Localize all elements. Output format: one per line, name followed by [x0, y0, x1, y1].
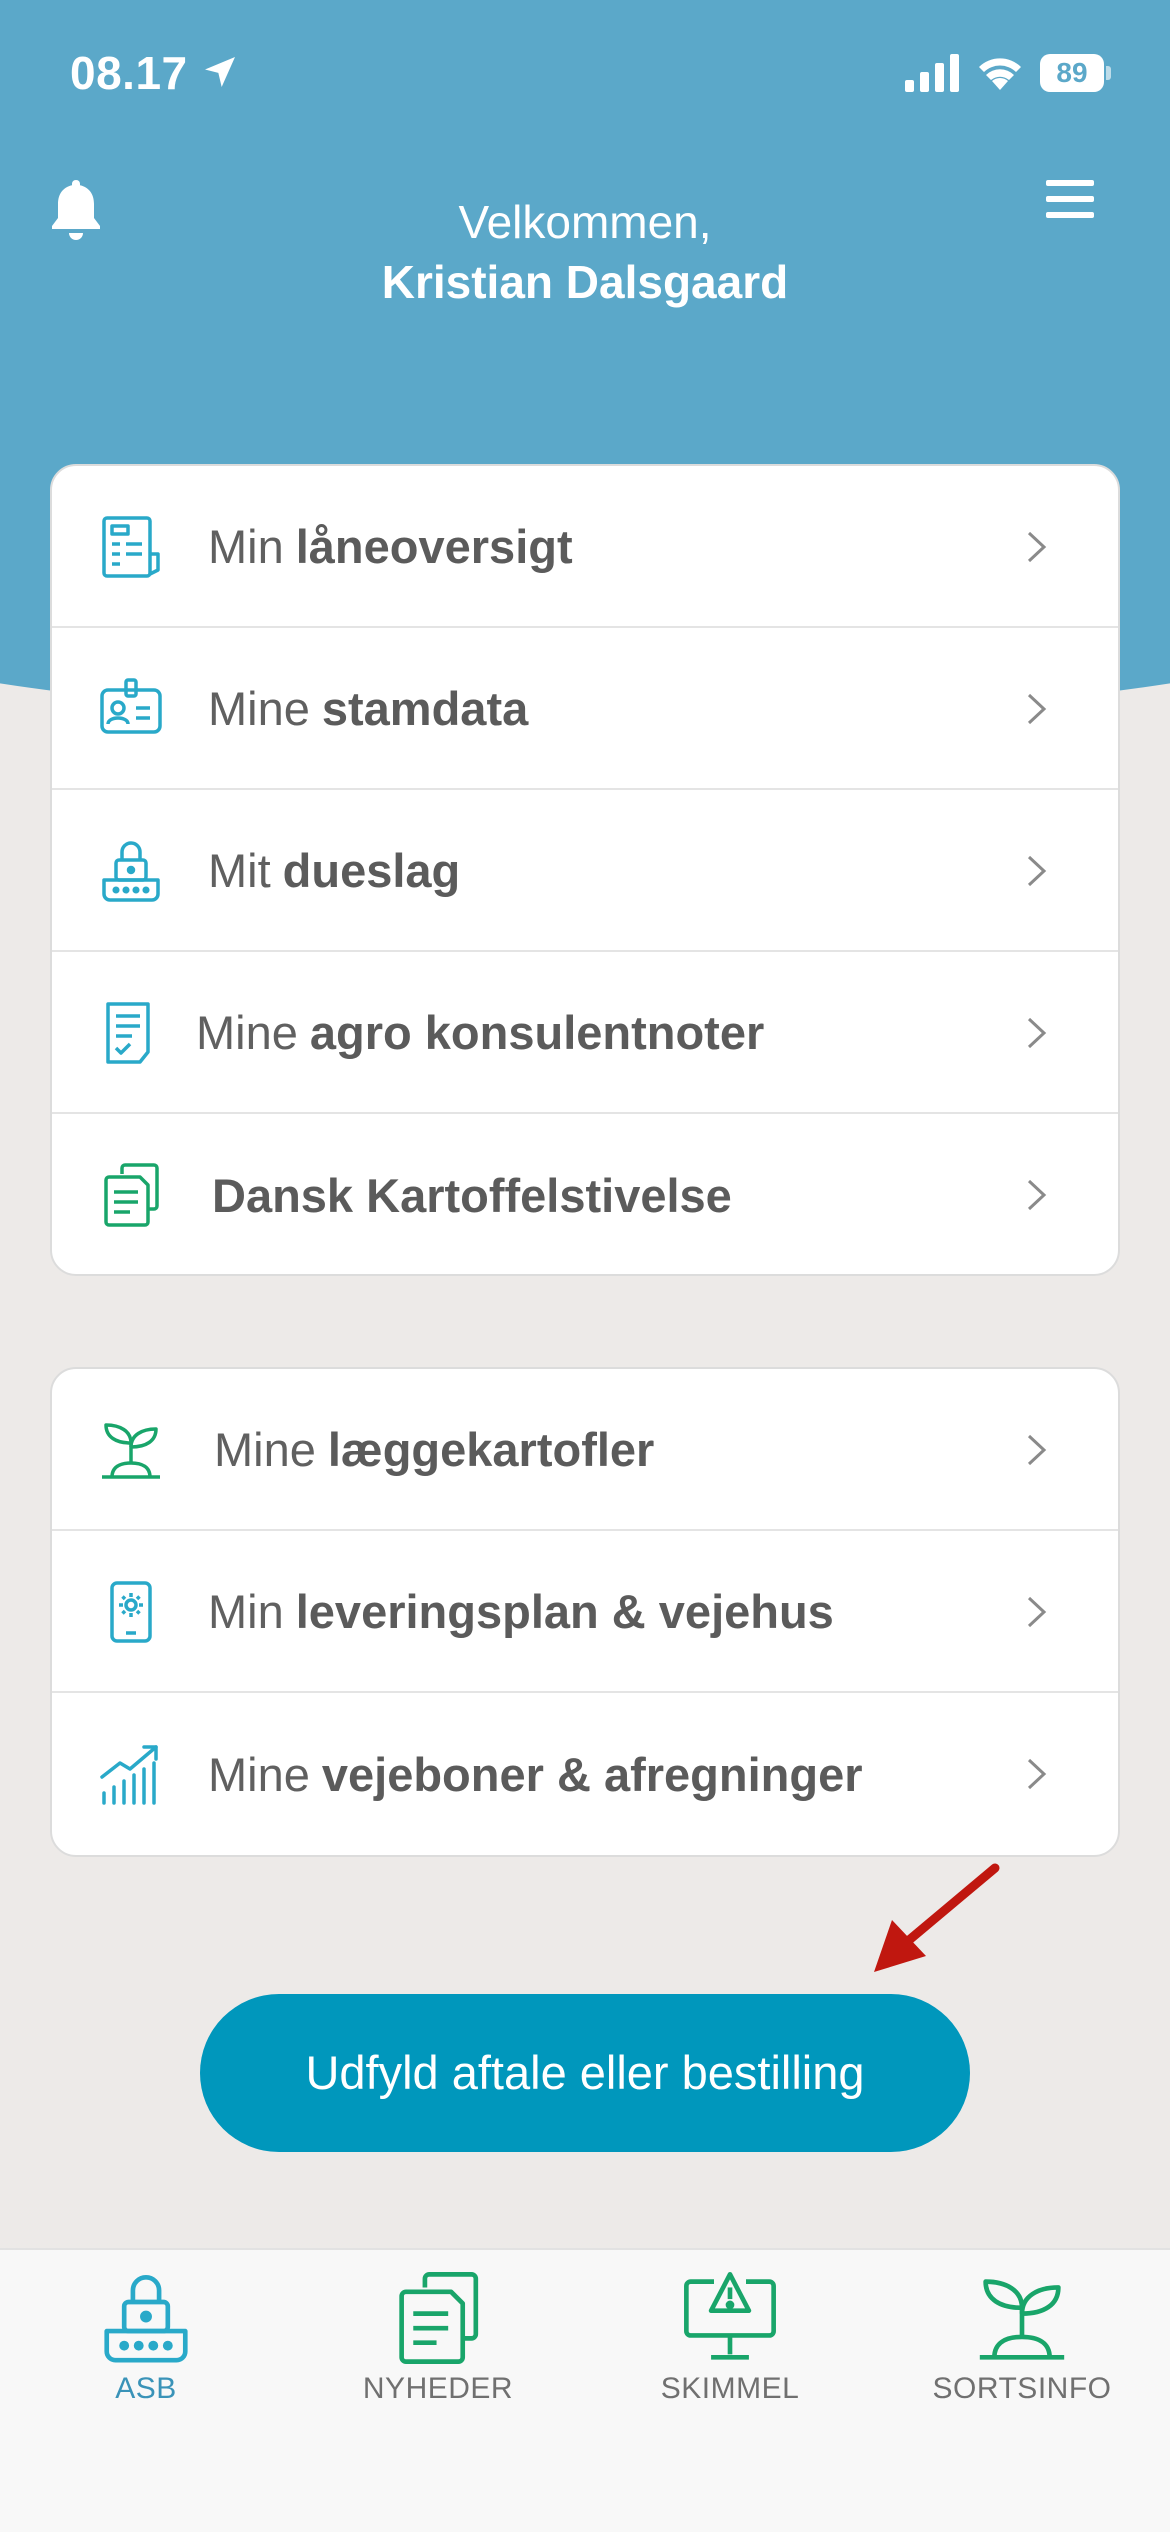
chevron-right-icon — [1027, 855, 1047, 887]
chevron-right-icon — [1027, 1017, 1047, 1049]
menu-item-label: Mine læggekartofler — [214, 1422, 655, 1476]
menu-item-laaneoversigt[interactable]: Min låneoversigt — [52, 466, 1118, 628]
sprout-icon — [979, 2279, 1065, 2360]
checklist-note-icon — [106, 1002, 150, 1064]
menu-item-label: Dansk Kartoffelstivelse — [212, 1168, 732, 1222]
monitor-warning-icon — [684, 2272, 776, 2360]
battery-tip — [1106, 66, 1111, 80]
menu-item-label: Mine agro konsulentnoter — [196, 1005, 765, 1059]
chevron-right-icon — [1027, 1596, 1047, 1628]
tab-skimmel[interactable]: SKIMMEL — [584, 2270, 876, 2420]
menu-item-laeggekartofler[interactable]: Mine læggekartofler — [52, 1369, 1118, 1531]
app-screen: 08.17 89 Velkommen, Kristian Dalsgaard M… — [0, 0, 1170, 2532]
documents-icon — [104, 1163, 159, 1227]
menu-item-label: Min leveringsplan & vejehus — [208, 1584, 834, 1638]
tab-bar: ASB NYHEDER SKIMMEL SORTSINFO — [0, 2248, 1170, 2532]
tab-label: SKIMMEL — [660, 2372, 800, 2405]
user-name: Kristian Dalsgaard — [381, 256, 789, 308]
greeting-text: Velkommen, — [458, 196, 712, 248]
fill-agreement-button[interactable]: Udfyld aftale eller bestilling — [200, 1994, 970, 2152]
status-bar: 08.17 89 — [0, 0, 1170, 150]
documents-icon — [399, 2272, 479, 2364]
menu-item-label: Mine vejeboner & afregninger — [208, 1747, 863, 1801]
chevron-right-icon — [1027, 1179, 1047, 1211]
menu-item-label: Mit dueslag — [208, 843, 461, 897]
tab-nyheder[interactable]: NYHEDER — [292, 2270, 584, 2420]
tab-label: NYHEDER — [362, 2372, 514, 2405]
menu-card-delivery: Mine læggekartofler Min leveringsplan & ve… — [50, 1367, 1120, 1857]
id-card-icon — [100, 678, 162, 734]
sprout-icon — [102, 1423, 160, 1479]
menu-card-account: Min låneoversigt Mine stamdata Mit duesl… — [50, 464, 1120, 1276]
location-arrow-icon — [205, 57, 235, 87]
battery-indicator: 89 — [1040, 54, 1111, 92]
chevron-right-icon — [1027, 1434, 1047, 1466]
menu-item-dansk-kartoffelstivelse[interactable]: Dansk Kartoffelstivelse — [52, 1114, 1118, 1274]
mailbox-lock-icon — [102, 841, 160, 902]
menu-item-vejeboner[interactable]: Mine vejeboner & afregninger — [52, 1693, 1118, 1855]
status-time: 08.17 — [70, 47, 188, 99]
annotation-arrow — [874, 1863, 1000, 1972]
chevron-right-icon — [1027, 693, 1047, 725]
document-ledger-icon — [102, 516, 160, 578]
battery-level: 89 — [1040, 54, 1104, 92]
menu-item-stamdata[interactable]: Mine stamdata — [52, 628, 1118, 790]
chevron-right-icon — [1027, 531, 1047, 563]
tab-label: ASB — [115, 2372, 177, 2405]
tab-label: SORTSINFO — [932, 2372, 1112, 2405]
mailbox-lock-icon — [104, 2274, 188, 2363]
menu-item-label: Mine stamdata — [208, 681, 529, 735]
menu-item-dueslag[interactable]: Mit dueslag — [52, 790, 1118, 952]
chevron-right-icon — [1027, 1758, 1047, 1790]
menu-item-label: Min låneoversigt — [208, 519, 573, 573]
menu-item-leveringsplan[interactable]: Min leveringsplan & vejehus — [52, 1531, 1118, 1693]
growth-chart-icon — [100, 1745, 158, 1805]
wifi-icon — [979, 58, 1021, 90]
tab-sortsinfo[interactable]: SORTSINFO — [876, 2270, 1168, 2420]
cellular-signal-icon — [905, 54, 959, 92]
welcome-message: Velkommen, Kristian Dalsgaard — [0, 192, 1170, 312]
menu-item-agro-konsulentnoter[interactable]: Mine agro konsulentnoter — [52, 952, 1118, 1114]
tab-asb[interactable]: ASB — [0, 2270, 292, 2420]
phone-settings-icon — [110, 1581, 152, 1643]
